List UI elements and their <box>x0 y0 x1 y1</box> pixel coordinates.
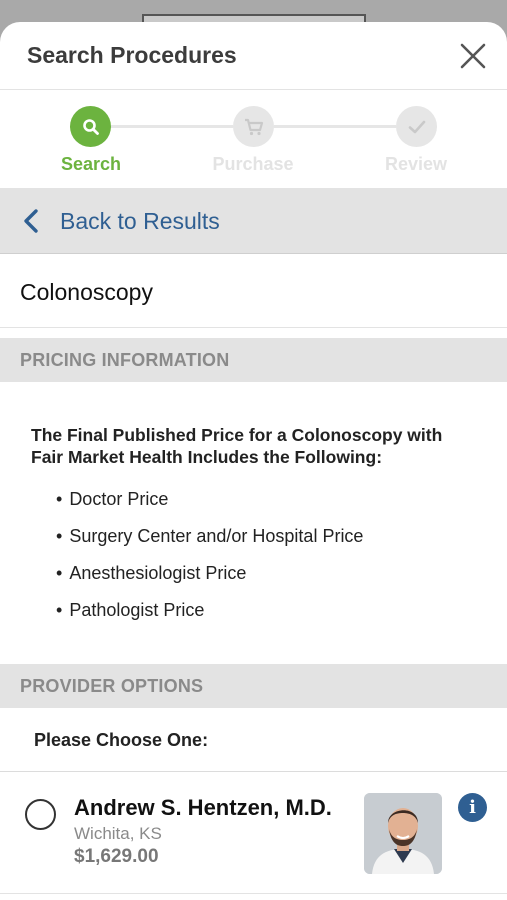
procedure-search-sheet: Search Procedures Search Purchase Review… <box>0 22 507 900</box>
provider-price: $1,629.00 <box>74 846 159 867</box>
step-label-search: Search <box>60 154 122 174</box>
provider-section-title: PROVIDER OPTIONS <box>20 676 204 696</box>
pricing-info: The Final Published Price for a Colonosc… <box>0 382 507 664</box>
cart-icon <box>244 118 263 135</box>
pricing-intro-line: The Final Published Price for a Colonosc… <box>31 425 443 445</box>
list-item: Doctor Price <box>56 488 363 525</box>
step-purchase-circle <box>233 106 274 147</box>
step-label-purchase: Purchase <box>212 154 294 174</box>
provider-location: Wichita, KS <box>74 824 162 843</box>
pricing-section-header: PRICING INFORMATION <box>0 338 507 382</box>
list-item: Pathologist Price <box>56 599 363 636</box>
stepper-connector <box>111 125 233 128</box>
pricing-section-title: PRICING INFORMATION <box>20 350 230 370</box>
provider-photo <box>364 793 442 874</box>
progress-stepper: Search Purchase Review <box>0 90 507 188</box>
back-to-results-button[interactable]: Back to Results <box>0 188 507 254</box>
info-icon: i <box>469 797 476 818</box>
provider-name: Andrew S. Hentzen, M.D. <box>74 795 332 820</box>
list-item: Surgery Center and/or Hospital Price <box>56 525 363 562</box>
back-to-results-label: Back to Results <box>60 208 220 234</box>
provider-option[interactable]: Andrew S. Hentzen, M.D. Wichita, KS $1,6… <box>0 772 507 894</box>
provider-section-header: PROVIDER OPTIONS <box>0 664 507 708</box>
procedure-row: Colonoscopy <box>0 254 507 328</box>
provider-info-button[interactable]: i <box>458 793 487 822</box>
close-icon <box>460 43 486 69</box>
procedure-name: Colonoscopy <box>20 279 153 305</box>
sheet-header: Search Procedures <box>0 22 507 90</box>
pricing-intro-line: Fair Market Health Includes the Followin… <box>31 447 383 467</box>
page-title: Search Procedures <box>27 42 237 68</box>
pricing-intro: The Final Published Price for a Colonosc… <box>31 424 471 468</box>
step-label-review: Review <box>384 154 448 174</box>
provider-avatar-image <box>364 793 442 874</box>
stepper-connector <box>274 125 396 128</box>
search-icon <box>82 118 99 135</box>
chevron-left-icon <box>24 209 38 233</box>
check-icon <box>408 120 425 133</box>
step-review-circle <box>396 106 437 147</box>
close-button[interactable] <box>459 42 487 70</box>
list-item: Anesthesiologist Price <box>56 562 363 599</box>
provider-radio[interactable] <box>25 799 56 830</box>
step-search-circle <box>70 106 111 147</box>
choose-prompt: Please Choose One: <box>34 730 209 750</box>
choose-prompt-row: Please Choose One: <box>0 708 507 772</box>
price-components-list: Doctor Price Surgery Center and/or Hospi… <box>56 488 363 636</box>
background-page-fragment <box>142 14 366 22</box>
